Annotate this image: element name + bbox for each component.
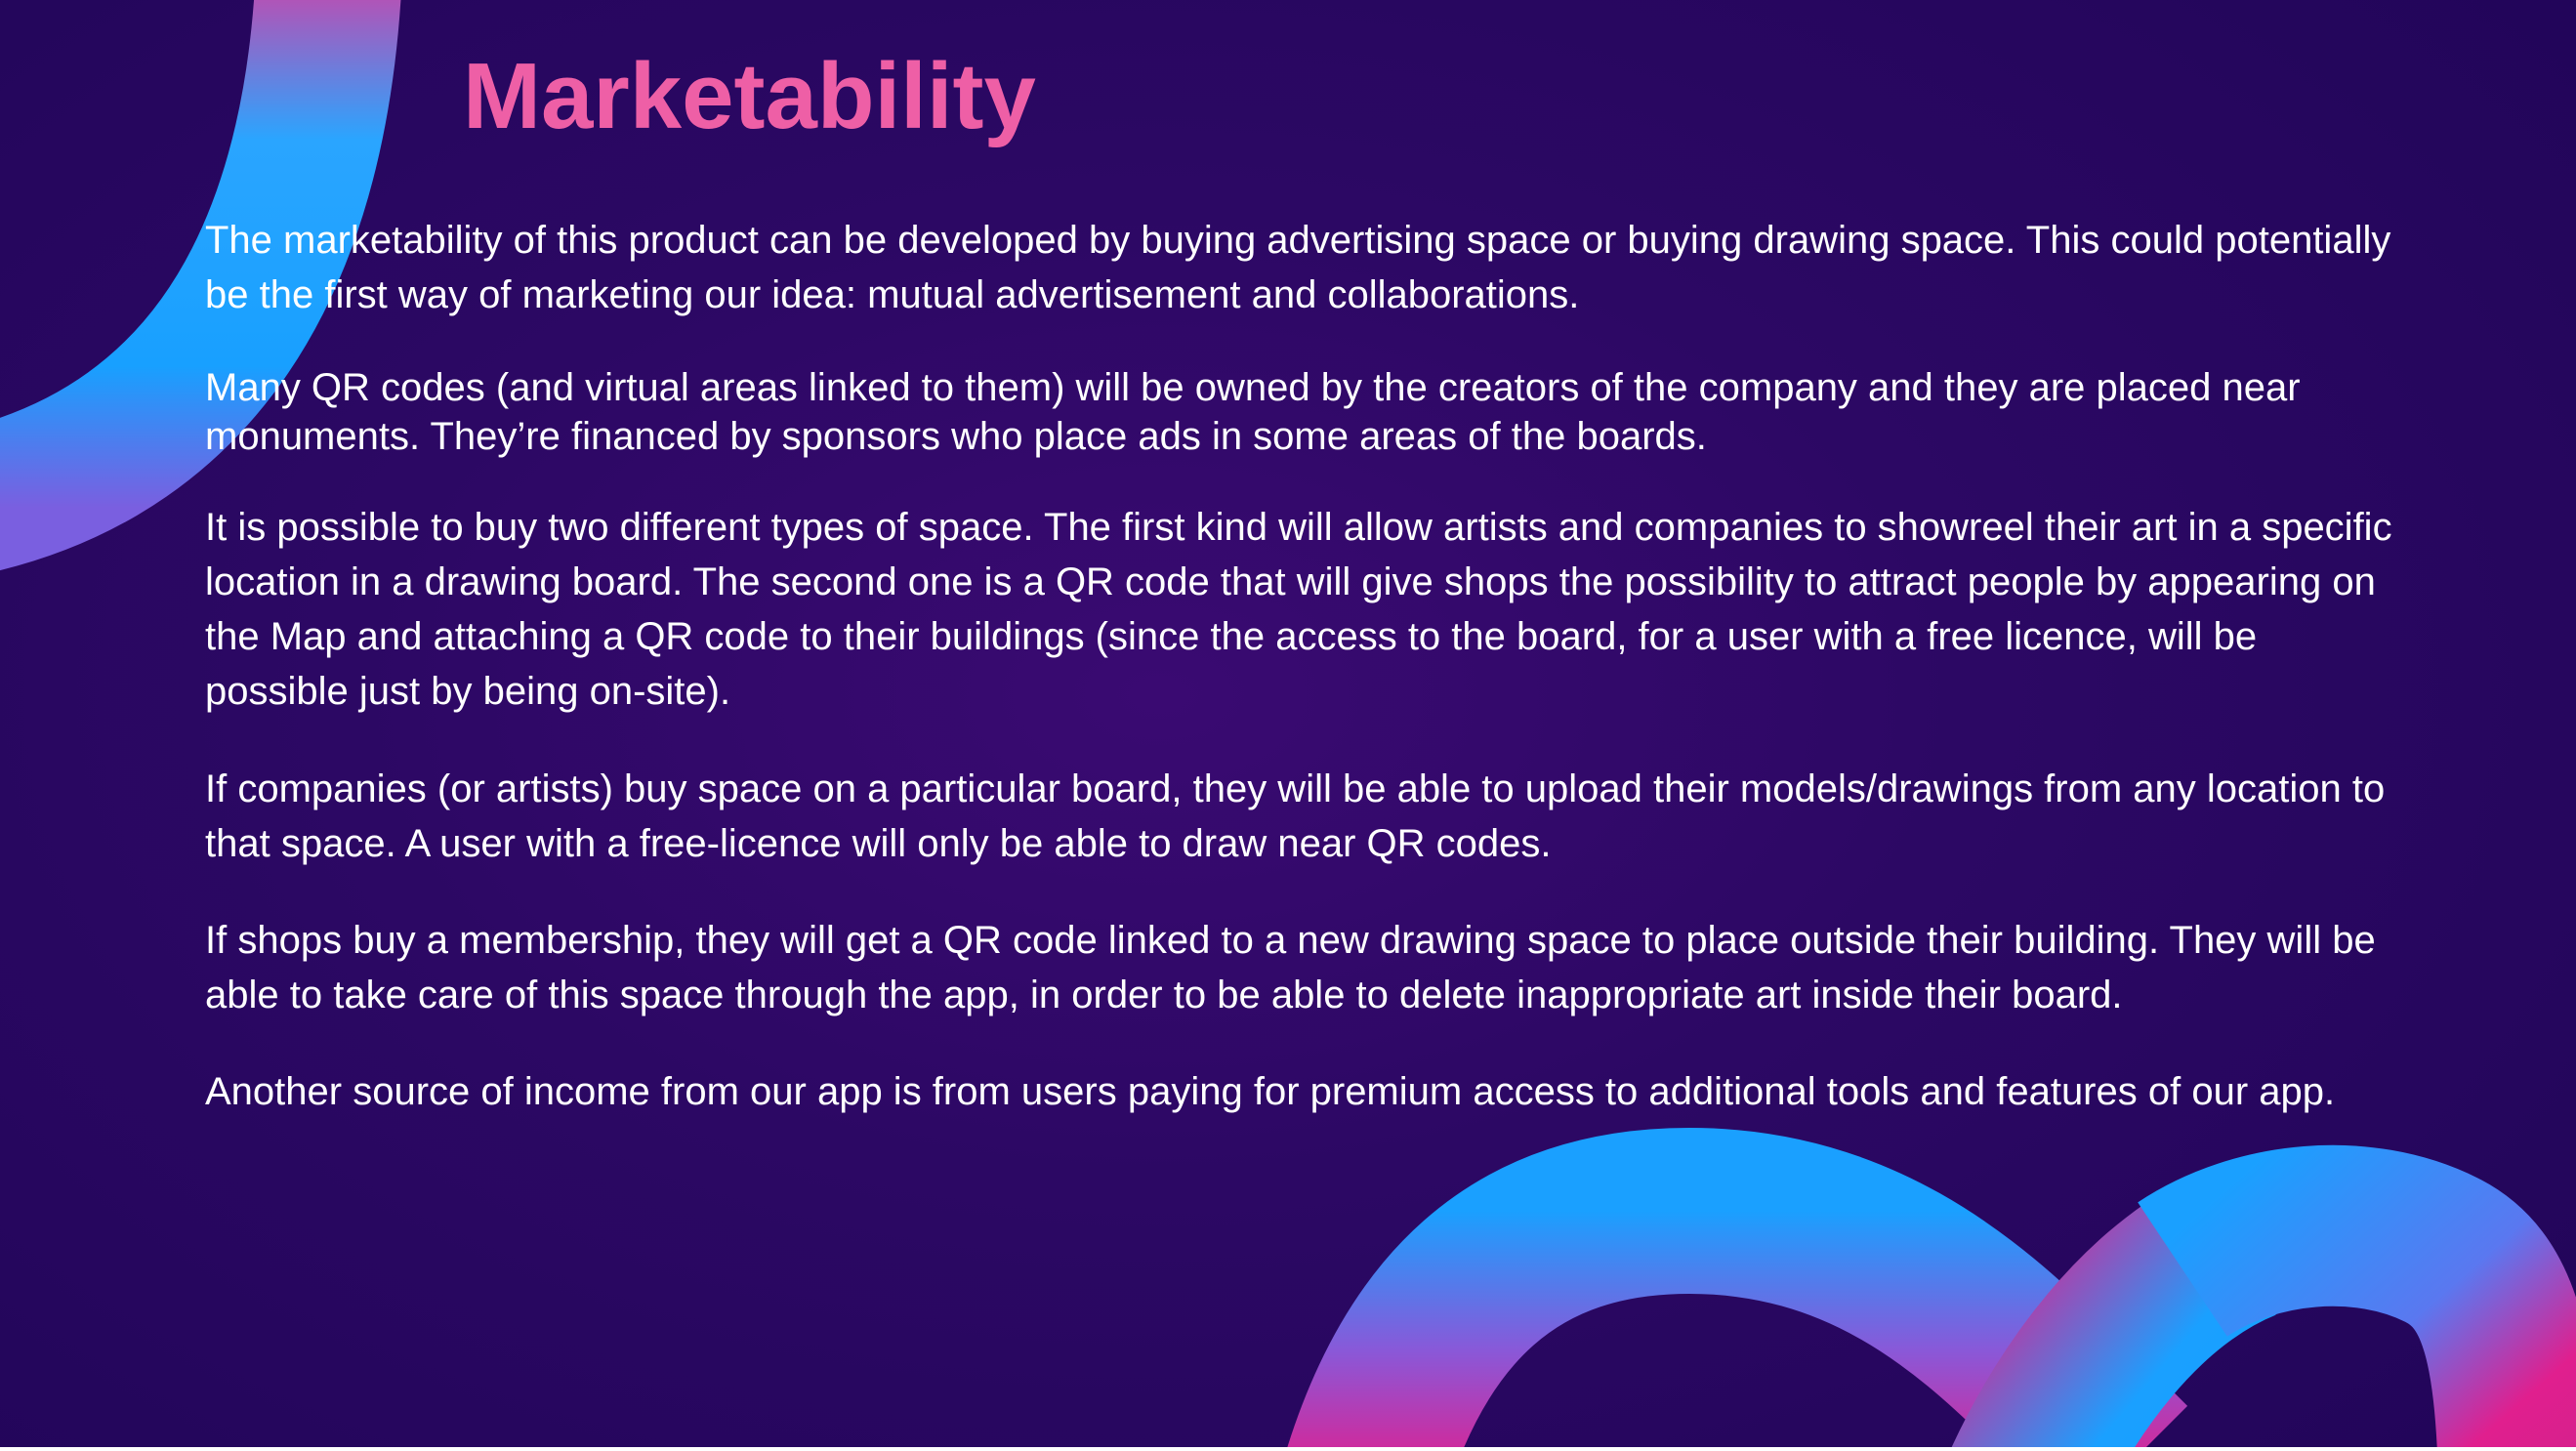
paragraph-advertising-space: The marketability of this product can be… <box>205 219 2391 316</box>
paragraph-premium-income: Another source of income from our app is… <box>205 1070 2336 1113</box>
paragraph-companies-upload: If companies (or artists) buy space on a… <box>205 767 2386 865</box>
paragraph-shops-membership: If shops buy a membership, they will get… <box>205 919 2376 1016</box>
paragraph-space-types: It is possible to buy two different type… <box>205 506 2392 713</box>
slide-body: The marketability of this product can be… <box>205 213 2392 1119</box>
slide-title: Marketability <box>463 44 1036 148</box>
paragraph-qr-codes-monuments: Many QR codes (and virtual areas linked … <box>205 366 2301 458</box>
slide: Marketability The marketability of this … <box>0 0 2576 1447</box>
